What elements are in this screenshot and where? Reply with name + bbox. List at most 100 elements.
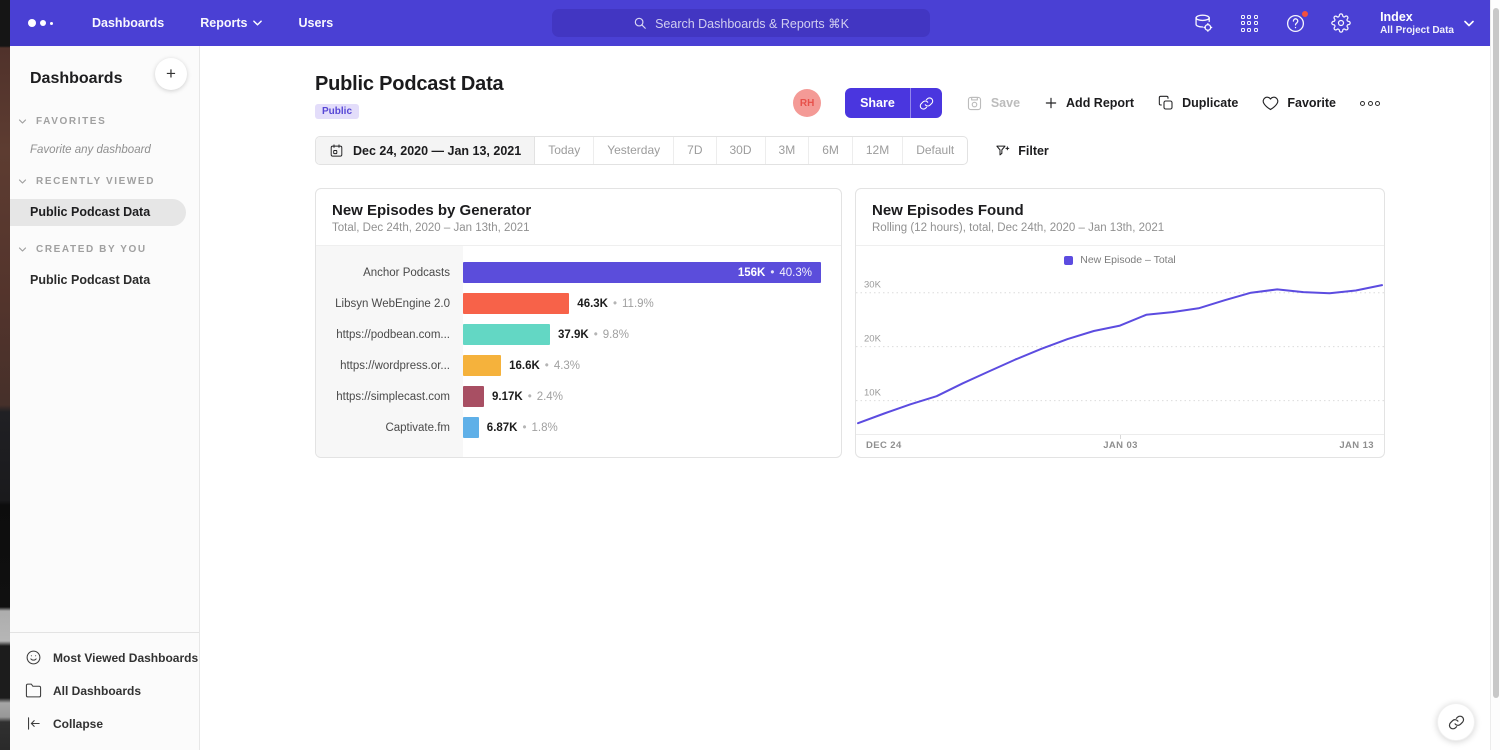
- page-scrollbar: [1490, 0, 1500, 750]
- legend-swatch: [1064, 256, 1073, 265]
- app-window: Dashboards Reports Users Search Dashboar…: [10, 0, 1490, 750]
- bar: [463, 386, 484, 407]
- add-report-button[interactable]: Add Report: [1044, 96, 1134, 110]
- heart-icon: [1262, 95, 1279, 112]
- date-range-picker[interactable]: Dec 24, 2020 — Jan 13, 2021: [316, 137, 535, 164]
- most-viewed-dashboards-button[interactable]: Most Viewed Dashboards: [10, 641, 199, 674]
- bar-value: 156K•40.3%: [738, 267, 812, 279]
- sidebar-footer: Most Viewed Dashboards All Dashboards Co…: [10, 632, 199, 750]
- main-content: Public Podcast Data Public RH Share Save…: [200, 46, 1490, 750]
- bar-track: 6.87K•1.8%: [463, 417, 841, 438]
- sidebar-item-public-podcast-data[interactable]: Public Podcast Data: [10, 199, 186, 226]
- preset-6m[interactable]: 6M: [809, 137, 853, 164]
- svg-text:20K: 20K: [864, 334, 882, 345]
- app-logo-icon[interactable]: [28, 19, 62, 27]
- report-card-new-episodes-by-generator: New Episodes by Generator Total, Dec 24t…: [315, 188, 842, 458]
- bar-row[interactable]: https://wordpress.or...16.6K•4.3%: [316, 350, 841, 381]
- sidebar-section-favorites[interactable]: FAVORITES: [10, 116, 199, 127]
- search-placeholder: Search Dashboards & Reports ⌘K: [655, 16, 849, 31]
- bar-value: 37.9K•9.8%: [558, 329, 629, 341]
- favorite-button[interactable]: Favorite: [1262, 95, 1336, 112]
- project-name: Index: [1380, 10, 1454, 25]
- bar-row[interactable]: https://podbean.com... 37.9K•9.8%: [316, 319, 841, 350]
- bar-row[interactable]: Anchor Podcasts156K•40.3%: [316, 257, 841, 288]
- report-cards: New Episodes by Generator Total, Dec 24t…: [315, 188, 1385, 458]
- bar-track: 156K•40.3%: [463, 262, 841, 283]
- bar: 156K•40.3%: [463, 262, 821, 283]
- preset-yesterday[interactable]: Yesterday: [594, 137, 674, 164]
- bar-row[interactable]: Libsyn WebEngine 2.046.3K•11.9%: [316, 288, 841, 319]
- bar-category-label: https://simplecast.com: [316, 391, 463, 403]
- topbar: Dashboards Reports Users Search Dashboar…: [10, 0, 1490, 46]
- card-subtitle: Total, Dec 24th, 2020 – Jan 13th, 2021: [332, 222, 825, 234]
- sidebar-section-recently-viewed[interactable]: RECENTLY VIEWED: [10, 176, 199, 187]
- smiley-icon: [25, 649, 42, 666]
- all-dashboards-button[interactable]: All Dashboards: [10, 674, 199, 707]
- link-icon: [919, 96, 934, 111]
- report-card-new-episodes-found: New Episodes Found Rolling (12 hours), t…: [855, 188, 1385, 458]
- preset-today[interactable]: Today: [535, 137, 594, 164]
- bar-row[interactable]: Captivate.fm6.87K•1.8%: [316, 412, 841, 443]
- bar-value: 9.17K•2.4%: [492, 391, 563, 403]
- search-icon: [633, 16, 647, 30]
- card-header: New Episodes Found Rolling (12 hours), t…: [856, 189, 1384, 246]
- save-button[interactable]: Save: [966, 95, 1020, 112]
- copy-icon: [1158, 95, 1174, 111]
- avatar[interactable]: RH: [793, 89, 821, 117]
- settings-gear-icon[interactable]: [1330, 12, 1352, 34]
- sidebar-section-created-by-you[interactable]: CREATED BY YOU: [10, 244, 199, 255]
- bar-track: 37.9K•9.8%: [463, 324, 841, 345]
- share-button[interactable]: Share: [845, 88, 910, 118]
- project-switcher[interactable]: Index All Project Data: [1380, 10, 1474, 37]
- chevron-down-icon: [18, 117, 27, 126]
- share-button-group: Share: [845, 88, 942, 118]
- page-title: Public Podcast Data: [315, 73, 503, 96]
- arrow-to-left-icon: [25, 715, 42, 732]
- duplicate-button[interactable]: Duplicate: [1158, 95, 1238, 111]
- apps-grid-icon[interactable]: [1238, 12, 1260, 34]
- data-warehouse-icon[interactable]: [1192, 12, 1214, 34]
- card-header: New Episodes by Generator Total, Dec 24t…: [316, 189, 841, 246]
- bar-category-label: https://wordpress.or...: [316, 360, 463, 372]
- sidebar: Dashboards + FAVORITES Favorite any dash…: [10, 46, 200, 750]
- get-link-fab[interactable]: [1437, 703, 1475, 741]
- bar-row[interactable]: https://simplecast.com 9.17K•2.4%: [316, 381, 841, 412]
- nav-dashboards[interactable]: Dashboards: [92, 16, 164, 30]
- desktop-edge-artifact: [0, 0, 10, 750]
- legend-label: New Episode – Total: [1080, 254, 1176, 266]
- bar-category-label: https://podbean.com...: [316, 329, 463, 341]
- x-tick-label: JAN 13: [1339, 440, 1374, 451]
- search-input[interactable]: Search Dashboards & Reports ⌘K: [552, 9, 930, 37]
- add-dashboard-button[interactable]: +: [155, 58, 187, 90]
- line-chart-plot: 10K20K30K: [856, 270, 1384, 434]
- scrollbar-thumb[interactable]: [1493, 8, 1499, 698]
- more-options-button[interactable]: [1360, 97, 1380, 110]
- preset-3m[interactable]: 3M: [766, 137, 810, 164]
- topbar-right: Index All Project Data: [1192, 0, 1474, 46]
- calendar-icon: [329, 143, 344, 158]
- favorites-empty-state: Favorite any dashboard: [30, 144, 199, 156]
- preset-30d[interactable]: 30D: [717, 137, 766, 164]
- date-range-segmented-control: Dec 24, 2020 — Jan 13, 2021 TodayYesterd…: [315, 136, 968, 165]
- sidebar-item-public-podcast-data-created[interactable]: Public Podcast Data: [10, 267, 199, 294]
- notification-badge: [1301, 10, 1309, 18]
- bar-category-label: Captivate.fm: [316, 422, 463, 434]
- date-range-value: Dec 24, 2020 — Jan 13, 2021: [353, 144, 521, 158]
- top-navigation: Dashboards Reports Users: [92, 16, 333, 30]
- filter-button[interactable]: Filter: [995, 143, 1049, 158]
- svg-text:30K: 30K: [864, 280, 882, 291]
- nav-reports[interactable]: Reports: [200, 16, 262, 30]
- preset-default[interactable]: Default: [903, 137, 967, 164]
- chart-legend[interactable]: New Episode – Total: [856, 246, 1384, 270]
- bar-track: 9.17K•2.4%: [463, 386, 841, 407]
- preset-7d[interactable]: 7D: [674, 137, 716, 164]
- chevron-down-icon: [18, 177, 27, 186]
- share-link-button[interactable]: [910, 88, 942, 118]
- card-subtitle: Rolling (12 hours), total, Dec 24th, 202…: [872, 222, 1368, 234]
- chevron-down-icon: [253, 20, 262, 26]
- nav-users[interactable]: Users: [298, 16, 333, 30]
- collapse-sidebar-button[interactable]: Collapse: [10, 707, 199, 740]
- bar-track: 46.3K•11.9%: [463, 293, 841, 314]
- preset-12m[interactable]: 12M: [853, 137, 903, 164]
- help-icon[interactable]: [1284, 12, 1306, 34]
